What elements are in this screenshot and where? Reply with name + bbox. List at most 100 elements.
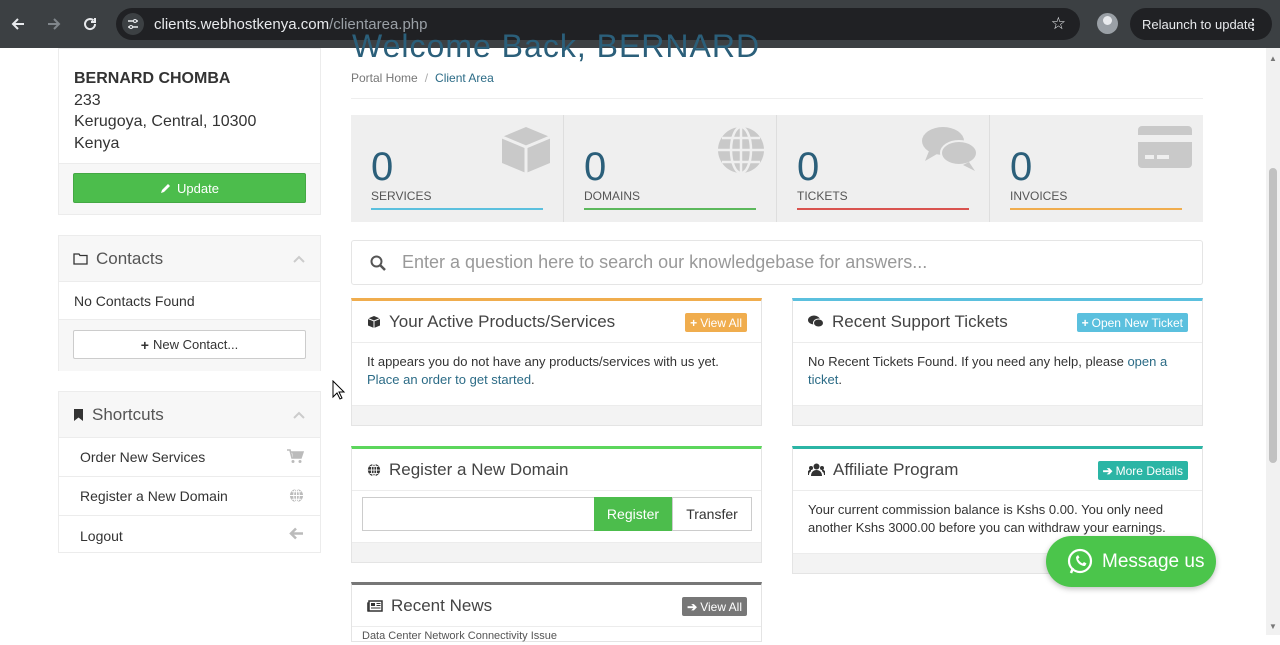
- page-scrollbar[interactable]: ▲ ▼: [1266, 48, 1280, 635]
- comments-icon: [808, 315, 824, 328]
- card-body: No Recent Tickets Found. If you need any…: [793, 343, 1202, 399]
- search-input[interactable]: [402, 252, 1162, 273]
- card-text: It appears you do not have any products/…: [367, 354, 719, 369]
- shortcut-label: Order New Services: [80, 449, 206, 465]
- bookmark-star-icon[interactable]: ☆: [1051, 14, 1066, 34]
- scroll-down-icon[interactable]: ▼: [1269, 622, 1277, 631]
- card-title: Recent News: [391, 595, 493, 615]
- credit-card-icon: [1137, 125, 1193, 174]
- new-contact-label: New Contact...: [152, 337, 239, 352]
- pencil-icon: [161, 184, 171, 193]
- page-title: Welcome Back, BERNARD: [352, 28, 761, 64]
- stat-tile-services[interactable]: 0 SERVICES: [351, 115, 564, 222]
- globe-icon: [716, 125, 766, 180]
- stat-count: 0: [797, 145, 820, 189]
- relaunch-label: Relaunch to update: [1142, 16, 1255, 32]
- tag-label: View All: [700, 599, 742, 614]
- shortcut-register-domain[interactable]: Register a New Domain: [59, 477, 320, 516]
- shortcut-label: Register a New Domain: [80, 488, 228, 504]
- breadcrumb-home[interactable]: Portal Home: [351, 71, 418, 85]
- newspaper-icon: [367, 599, 383, 612]
- breadcrumb: Portal Home / Client Area: [351, 71, 494, 85]
- reload-icon: [84, 18, 97, 31]
- menu-kebab-icon[interactable]: ⋮: [1246, 16, 1260, 33]
- whatsapp-icon: [1066, 548, 1094, 576]
- recent-news-card: Recent News ➔ View All Data Center Networ…: [351, 582, 762, 642]
- scroll-up-icon[interactable]: ▲: [1269, 54, 1277, 63]
- url-host: clients.webhostkenya.com: [154, 15, 330, 33]
- plus-icon: +: [1081, 315, 1089, 330]
- address-line: Kerugoya, Central, 10300: [74, 113, 257, 130]
- chevron-up-icon[interactable]: [293, 252, 305, 266]
- contacts-panel: Contacts No Contacts Found + New Contact…: [58, 235, 321, 371]
- mouse-cursor: [332, 379, 346, 405]
- bookmark-icon: [73, 408, 84, 422]
- contacts-title: Contacts: [96, 248, 164, 268]
- stat-underline: [797, 208, 969, 210]
- tag-label: More Details: [1115, 463, 1183, 478]
- open-new-ticket-button[interactable]: + Open New Ticket: [1076, 313, 1188, 332]
- address-line: 233: [74, 91, 101, 109]
- place-order-link[interactable]: Place an order to get started: [367, 372, 531, 387]
- more-details-button[interactable]: ➔ More Details: [1097, 461, 1188, 480]
- view-all-news-button[interactable]: ➔ View All: [682, 597, 747, 616]
- shortcut-order-new-services[interactable]: Order New Services: [59, 438, 320, 477]
- plus-icon: +: [690, 315, 698, 330]
- news-item[interactable]: Data Center Network Connectivity Issue: [352, 627, 761, 645]
- shortcuts-panel: Shortcuts Order New Services Register a …: [58, 391, 321, 553]
- stat-label: DOMAINS: [584, 189, 641, 203]
- whatsapp-message-button[interactable]: Message us: [1046, 536, 1216, 587]
- transfer-button[interactable]: Transfer: [672, 497, 752, 531]
- back-button[interactable]: [0, 6, 36, 42]
- shortcuts-title: Shortcuts: [92, 404, 164, 424]
- contacts-empty: No Contacts Found: [59, 282, 320, 320]
- scrollbar-thumb[interactable]: [1269, 168, 1277, 463]
- stats-row: 0 SERVICES 0 DOMAINS 0 TICKETS 0 INVOICE…: [351, 115, 1203, 222]
- view-all-products-button[interactable]: + View All: [685, 313, 747, 332]
- card-title: Affiliate Program: [833, 459, 959, 479]
- new-contact-button[interactable]: + New Contact...: [73, 330, 306, 359]
- active-products-card: Your Active Products/Services + View All …: [351, 298, 762, 426]
- reload-button[interactable]: [72, 6, 108, 42]
- arrow-left-icon: [289, 527, 304, 540]
- globe-icon: [367, 462, 381, 477]
- update-button[interactable]: Update: [73, 173, 306, 203]
- folder-icon: [73, 252, 88, 265]
- stat-count: 0: [1010, 145, 1033, 189]
- card-title: Your Active Products/Services: [389, 311, 616, 331]
- plus-icon: +: [140, 336, 149, 353]
- client-name: BERNARD CHOMBA: [74, 70, 231, 87]
- cube-icon: [499, 125, 553, 180]
- forward-button[interactable]: [36, 6, 72, 42]
- client-address-panel: BERNARD CHOMBA 233 Kerugoya, Central, 10…: [58, 48, 321, 215]
- chevron-up-icon[interactable]: [293, 408, 305, 422]
- card-body: It appears you do not have any products/…: [352, 343, 761, 399]
- arrow-right-icon: [48, 18, 61, 30]
- breadcrumb-current: Client Area: [435, 71, 494, 85]
- domain-input[interactable]: [362, 497, 594, 531]
- card-title: Register a New Domain: [389, 459, 569, 479]
- contacts-header[interactable]: Contacts: [59, 236, 320, 282]
- stat-tile-domains[interactable]: 0 DOMAINS: [564, 115, 777, 222]
- arrow-right-icon: ➔: [1102, 463, 1113, 478]
- stat-label: TICKETS: [797, 189, 848, 203]
- domain-search-form: Register Transfer: [362, 497, 761, 531]
- knowledgebase-search: [351, 240, 1203, 285]
- stat-underline: [1010, 208, 1182, 210]
- relaunch-button[interactable]: Relaunch to update ⋮: [1130, 8, 1272, 40]
- stat-label: SERVICES: [371, 189, 432, 203]
- site-info-icon[interactable]: [122, 13, 144, 35]
- register-button[interactable]: Register: [594, 497, 672, 531]
- stat-tile-tickets[interactable]: 0 TICKETS: [777, 115, 990, 222]
- stat-underline: [584, 208, 756, 210]
- card-text-tail: .: [838, 372, 842, 387]
- shortcuts-header[interactable]: Shortcuts: [59, 392, 320, 438]
- shortcut-logout[interactable]: Logout: [59, 516, 320, 555]
- profile-avatar[interactable]: [1097, 13, 1118, 34]
- card-text-tail: .: [531, 372, 535, 387]
- cube-icon: [367, 315, 381, 329]
- stat-tile-invoices[interactable]: 0 INVOICES: [990, 115, 1203, 222]
- register-domain-card: Register a New Domain Register Transfer: [351, 446, 762, 563]
- card-title: Recent Support Tickets: [832, 311, 1008, 331]
- arrow-right-icon: ➔: [687, 599, 698, 614]
